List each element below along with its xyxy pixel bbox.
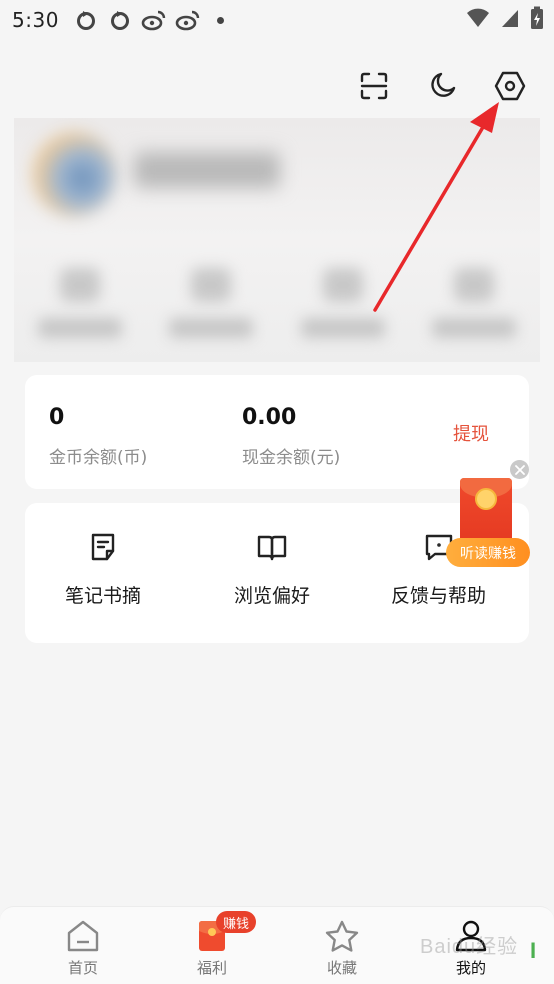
nav-home[interactable]: 首页 (43, 917, 123, 978)
status-bar: 5:30 (0, 0, 554, 40)
refresh-app-icon (107, 7, 133, 33)
profile-stat-blurred[interactable] (424, 268, 524, 338)
settings-icon[interactable] (492, 66, 528, 106)
status-time: 5:30 (12, 8, 59, 32)
tools-card: 笔记书摘 浏览偏好 反馈与帮助 (25, 503, 529, 643)
tool-label: 反馈与帮助 (391, 585, 487, 607)
cash-balance-label: 现金余额(元) (242, 448, 341, 468)
withdraw-button[interactable]: 提现 (453, 420, 489, 446)
coin-balance-label: 金币余额(币) (49, 448, 148, 468)
status-right-icons (466, 6, 544, 34)
wifi-icon (466, 7, 490, 33)
red-packet-icon[interactable] (460, 478, 512, 542)
profile-stat-blurred[interactable] (293, 268, 393, 338)
signal-icon (500, 7, 520, 33)
profile-stats-blurred (14, 268, 540, 338)
nav-favorites[interactable]: 收藏 (302, 917, 382, 978)
nav-label: 首页 (67, 959, 98, 977)
tool-browse-preferences[interactable]: 浏览偏好 (234, 529, 310, 608)
top-actions (356, 66, 528, 106)
red-packet-icon: 赚钱 (192, 911, 257, 955)
refresh-app-icon (73, 7, 99, 33)
coin-icon (475, 488, 497, 510)
tool-label: 浏览偏好 (234, 585, 311, 607)
tool-notes[interactable]: 笔记书摘 (65, 529, 141, 608)
profile-stat-blurred[interactable] (30, 268, 130, 338)
coin-balance-value[interactable]: 0 (49, 405, 64, 430)
profile-header-blurred[interactable] (14, 118, 540, 362)
book-icon (254, 529, 290, 565)
notification-dot-icon (216, 16, 224, 24)
username-blurred (134, 152, 280, 188)
nav-label: 福利 (196, 959, 227, 977)
battery-charging-icon (530, 6, 544, 34)
wallet-card: 0 金币余额(币) 0.00 现金余额(元) 提现 (25, 375, 529, 489)
nav-welfare[interactable]: 赚钱 福利 (172, 911, 257, 978)
scan-icon[interactable] (356, 66, 392, 106)
watermark: Baidu经验 (420, 936, 519, 958)
tool-label: 笔记书摘 (65, 585, 142, 607)
earn-badge: 赚钱 (216, 911, 257, 933)
avatar[interactable] (32, 132, 116, 216)
home-icon (63, 917, 103, 955)
weibo-icon (141, 7, 167, 33)
close-icon[interactable] (510, 460, 529, 479)
star-icon (322, 917, 362, 955)
nav-label: 我的 (455, 959, 486, 977)
profile-stat-blurred[interactable] (161, 268, 261, 338)
night-mode-icon[interactable] (424, 66, 460, 106)
weibo-icon (175, 7, 201, 33)
listen-earn-button[interactable]: 听读赚钱 (446, 538, 530, 567)
cash-balance-value[interactable]: 0.00 (242, 405, 296, 430)
nav-label: 收藏 (326, 959, 357, 977)
edge-logo-fragment: I d (530, 938, 537, 963)
note-icon (85, 529, 121, 565)
